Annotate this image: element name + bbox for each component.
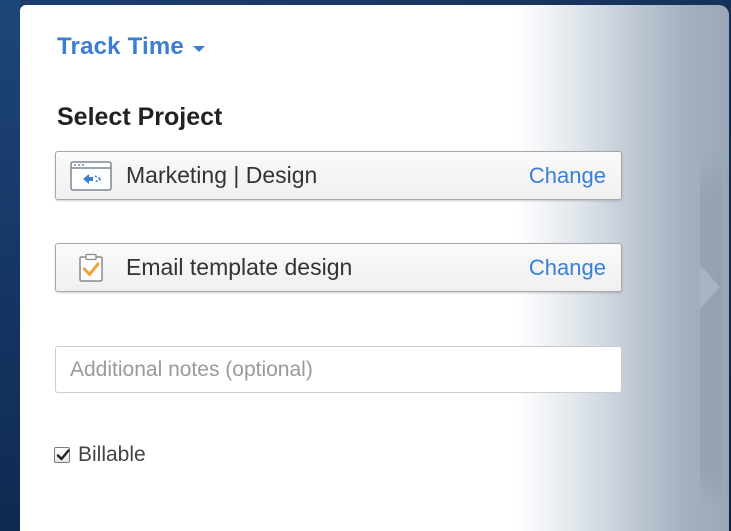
track-time-panel: Track Time Select Project Marketing | De… (20, 5, 729, 531)
checkmark-icon (56, 449, 70, 461)
track-time-title: Track Time (57, 33, 184, 60)
billable-checkbox[interactable] (54, 447, 70, 463)
billable-label: Billable (78, 443, 146, 466)
track-time-dropdown[interactable]: Track Time (57, 33, 205, 61)
change-project-link[interactable]: Change (529, 163, 606, 189)
project-name: Marketing | Design (126, 162, 318, 188)
caret-down-icon (192, 45, 205, 52)
change-task-link[interactable]: Change (529, 255, 606, 281)
task-clipboard-check-icon (70, 253, 112, 283)
task-selector[interactable]: Email template design Change (55, 243, 622, 292)
project-selector[interactable]: Marketing | Design Change (55, 151, 622, 200)
task-name: Email template design (126, 254, 353, 280)
adjacent-panel-shadow (700, 155, 722, 505)
additional-notes-input[interactable] (55, 346, 622, 393)
panel-pointer-notch (700, 265, 720, 309)
left-background-strip (0, 0, 20, 531)
select-project-heading: Select Project (57, 103, 223, 131)
billable-checkbox-row[interactable]: Billable (54, 443, 146, 467)
project-window-icon (70, 160, 112, 191)
